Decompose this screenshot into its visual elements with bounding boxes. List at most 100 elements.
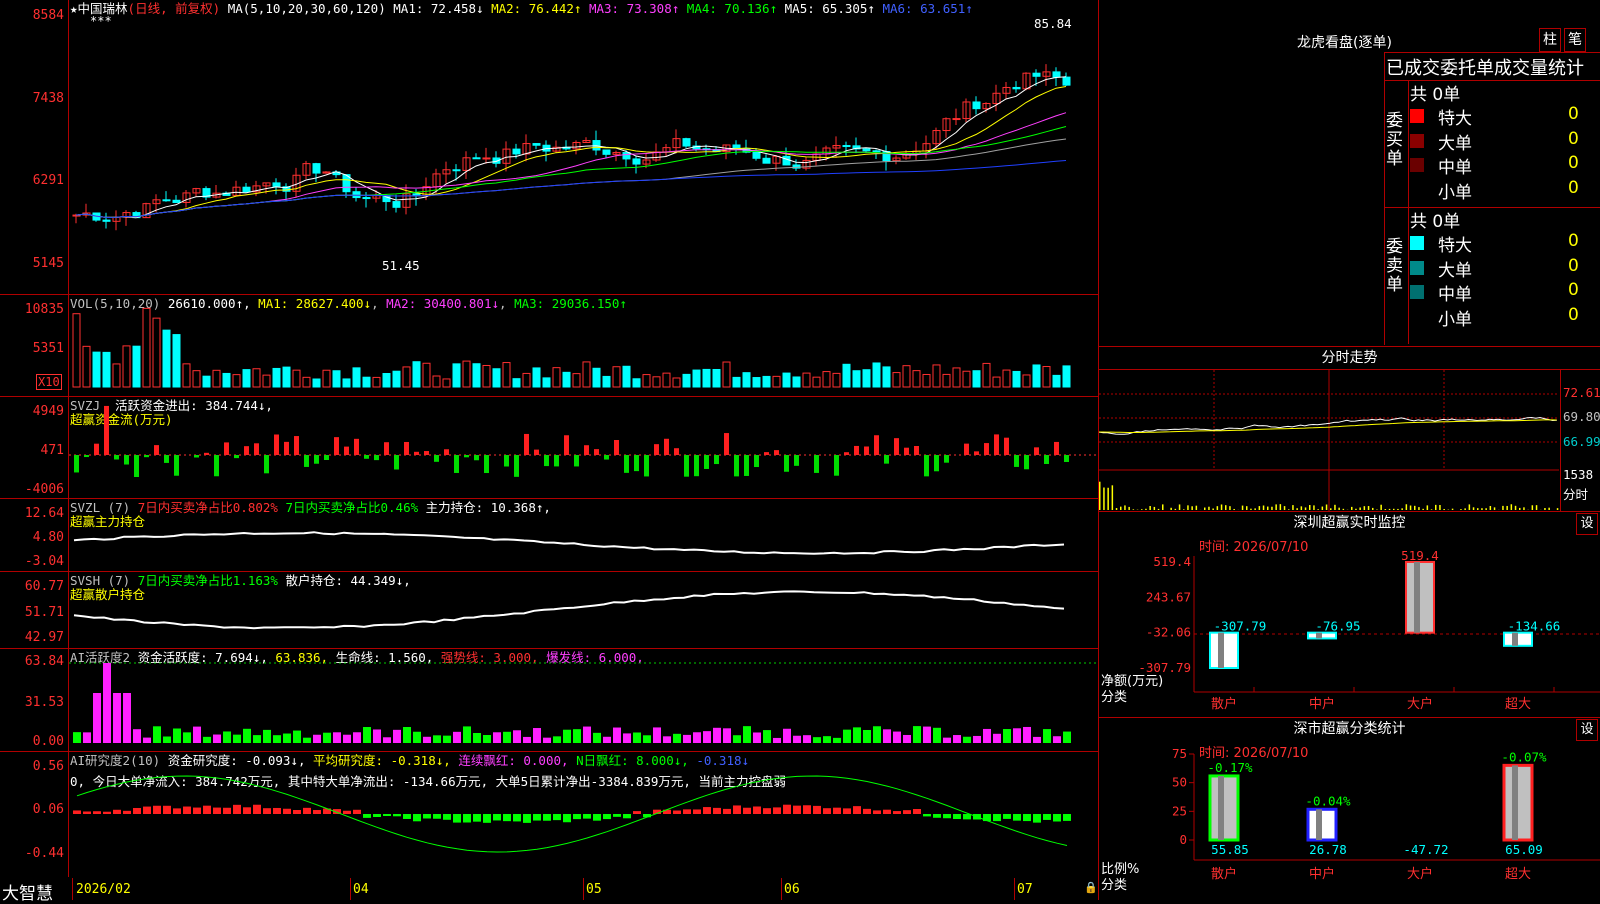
vol-bar (413, 362, 420, 387)
research-bar (603, 814, 611, 819)
intraday-panel[interactable]: 分时走势 72.61 69.80 66.99 1538 分时 (1099, 346, 1600, 512)
research-bar (293, 810, 301, 814)
vol-chart[interactable] (69, 295, 1098, 396)
vol-bar (133, 346, 140, 387)
intraday-vol-bar (1120, 507, 1122, 510)
vol-bar (1013, 371, 1020, 387)
sz-monitor-panel[interactable]: 深圳超赢实时监控 设 时间: 2026/07/10 -307.79散户-76.9… (1099, 511, 1600, 717)
svzl-panel[interactable]: 12.64 4.80 -3.04 SVZL (7) 7日内买卖净占比0.802%… (0, 499, 1098, 572)
research-bar (493, 814, 501, 820)
color-swatch (1410, 134, 1424, 148)
order-count: 0 (1568, 256, 1579, 276)
activity-bar (163, 737, 171, 743)
vol-bar (613, 367, 620, 387)
vol-unit-badge[interactable]: X10 (36, 374, 62, 390)
axis-tick: 5145 (33, 257, 64, 271)
flow-bar (424, 451, 429, 455)
vol-bar (163, 330, 170, 387)
axis-tick: -0.44 (25, 847, 64, 861)
class-change-label: -0.07% (1501, 749, 1547, 764)
intraday-chart[interactable] (1099, 370, 1559, 512)
flow-bar (364, 455, 369, 459)
intraday-vol-bar (1124, 505, 1126, 510)
axis-tick: 519.4 (1153, 554, 1191, 569)
candle (473, 158, 480, 159)
flow-bar (734, 455, 739, 476)
flow-bar (884, 455, 889, 464)
vol-panel[interactable]: 10835 5351 X10 VOL(5,10,20) 26610.000↑, … (0, 295, 1098, 397)
research-bar (873, 810, 881, 814)
research-bar (813, 806, 821, 814)
axis-tick: 0.00 (33, 735, 64, 749)
svsh-chart[interactable] (69, 572, 1098, 648)
activity-bar (993, 734, 1001, 743)
research-bar (473, 814, 481, 822)
intraday-vol-bar (1099, 482, 1101, 510)
ai2-chart[interactable] (69, 752, 1098, 877)
intraday-vol-tick: 1538 (1563, 467, 1593, 482)
order-count: 0 (1568, 231, 1579, 251)
activity-bar (893, 732, 901, 743)
research-bar (923, 814, 931, 816)
intraday-vol-bar (1170, 508, 1172, 510)
flow-bar (834, 455, 839, 476)
axis-tick: 0.06 (33, 803, 64, 817)
flow-bar (454, 455, 459, 473)
research-bar (1043, 814, 1051, 820)
kline-panel[interactable]: 8584 7438 6291 5145 ★中国瑞林(日线, 前复权) MA(5,… (0, 0, 1098, 295)
class-bar-chart[interactable]: -0.17%55.85散户-0.04%26.78中户-47.72大户-0.07%… (1099, 718, 1600, 901)
flow-bar (1054, 442, 1059, 455)
class-change-label: -0.17% (1207, 760, 1253, 775)
activity-bar (963, 737, 971, 743)
research-bar (583, 814, 591, 819)
intraday-vol-bar (1225, 505, 1227, 510)
vol-bar (103, 352, 110, 387)
research-bar (313, 810, 321, 814)
intraday-vol-bar (1154, 507, 1156, 510)
sz-category: 大户 (1407, 696, 1433, 712)
flow-bar (464, 455, 469, 457)
research-bar (143, 807, 151, 814)
ai-activity-panel[interactable]: 63.84 31.53 0.00 AI活跃度2 资金活跃度: 7.694↓, 6… (0, 649, 1098, 752)
research-bar (183, 807, 191, 814)
vol-bar (233, 375, 240, 387)
bar-view-button[interactable]: 柱 (1539, 28, 1561, 52)
ai1-chart[interactable] (69, 649, 1098, 751)
svzj-panel[interactable]: 4949 471 -4006 SVZJ 活跃资金进出: 384.744↓, 超赢… (0, 397, 1098, 499)
intraday-vol-bar (1359, 507, 1361, 510)
activity-bar (153, 726, 161, 743)
flow-bar (534, 450, 539, 455)
sz-class-panel[interactable]: 深市超赢分类统计 设 时间: 2026/07/10 -0.17%55.85散户-… (1099, 717, 1600, 901)
sz-category: 中户 (1309, 696, 1335, 712)
tick-view-button[interactable]: 笔 (1564, 28, 1586, 52)
color-swatch (1410, 285, 1424, 299)
flow-bar (614, 440, 619, 455)
ai-research-panel[interactable]: 0.56 0.06 -0.44 AI研究度2(10) 资金研究度: -0.093… (0, 752, 1098, 877)
intraday-vol-bar (1385, 509, 1387, 510)
research-bar (963, 814, 971, 819)
intraday-vol-bar (1259, 506, 1261, 510)
class-value-label: 26.78 (1309, 842, 1347, 857)
intraday-vol-bar (1330, 508, 1332, 510)
candle (1033, 73, 1040, 76)
sz-bar-chart[interactable]: -307.79散户-76.95中户519.4大户-134.66超大 519.42… (1099, 512, 1600, 717)
low-label: 51.45 (382, 258, 420, 273)
vol-axis: 10835 5351 X10 (0, 295, 69, 396)
intraday-vol-bar (1133, 509, 1135, 510)
kline-chart[interactable] (69, 0, 1098, 294)
vol-bar (523, 373, 530, 387)
intraday-vol-bar (1380, 505, 1382, 510)
research-bar (223, 808, 231, 814)
buy-order-label: 委买单 (1386, 112, 1406, 169)
activity-bar (603, 737, 611, 743)
svsh-panel[interactable]: 60.77 51.71 42.97 SVSH (7) 7日内买卖净占比1.163… (0, 572, 1098, 649)
activity-bar (283, 734, 291, 743)
candle (683, 139, 690, 146)
svzl-chart[interactable] (69, 499, 1098, 571)
lock-icon[interactable]: 🔒 (1084, 881, 1098, 894)
vol-bar (203, 376, 210, 387)
activity-bar (143, 738, 151, 743)
intraday-vol-bar (1397, 509, 1399, 510)
svzj-chart[interactable] (69, 397, 1098, 498)
activity-bar (1033, 737, 1041, 743)
